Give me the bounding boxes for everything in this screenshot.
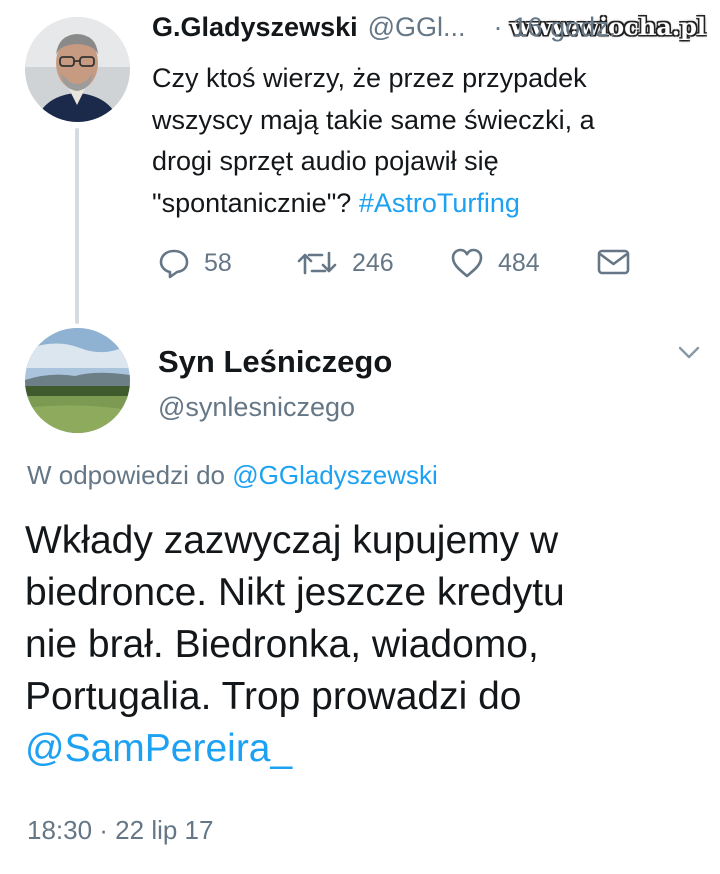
reply-icon xyxy=(159,249,189,279)
text-line: biedronce. Nikt jeszcze kredytu xyxy=(25,571,565,614)
more-options-button[interactable] xyxy=(678,346,700,365)
reply-author-name[interactable]: Syn Leśniczego xyxy=(158,344,392,380)
text-line: Wkłady zazwyczaj kupujemy w xyxy=(25,519,559,562)
retweet-count: 246 xyxy=(352,248,394,277)
text-line: Czy ktoś wierzy, że przez przypadek xyxy=(152,63,587,93)
thread-connector xyxy=(75,128,79,324)
author-handle[interactable]: @GGl... xyxy=(368,12,466,43)
in-reply-handle-link[interactable]: @GGladyszewski xyxy=(232,460,438,490)
parent-tweet-text: Czy ktoś wierzy, że przez przypadek wszy… xyxy=(152,58,692,224)
in-reply-prefix: W odpowiedzi do xyxy=(27,460,233,490)
retweet-icon xyxy=(297,251,337,275)
text-line: Portugalia. Trop prowadzi do xyxy=(25,675,522,718)
text-fragment: "spontanicznie"? xyxy=(152,187,359,218)
avatar-synlesniczego[interactable] xyxy=(25,328,130,433)
tweet-time[interactable]: 16 godz. xyxy=(513,12,617,43)
author-name[interactable]: G.Gladyszewski xyxy=(152,12,358,43)
chevron-down-icon xyxy=(678,346,700,359)
avatar-gladyszewski[interactable] xyxy=(25,17,130,122)
text-line: wszyscy mają takie same świeczki, a xyxy=(152,104,595,135)
text-line: drogi sprzęt audio pojawił się xyxy=(152,146,499,176)
mention-link[interactable]: @SamPereira_ xyxy=(25,723,705,775)
in-reply-to: W odpowiedzi do @GGladyszewski xyxy=(27,460,438,491)
reply-author-handle[interactable]: @synlesniczego xyxy=(158,392,355,423)
like-button[interactable]: 484 xyxy=(450,247,540,279)
reply-tweet-text: Wkłady zazwyczaj kupujemy w biedronce. N… xyxy=(25,515,705,775)
direct-message-button[interactable] xyxy=(597,248,630,281)
parent-tweet-header: G.Gladyszewski @GGl... · 16 godz. xyxy=(152,12,616,43)
header-separator: · xyxy=(493,12,503,42)
text-line: nie brał. Biedronka, wiadomo, xyxy=(25,623,539,666)
like-icon xyxy=(451,248,483,278)
tweet-timestamp[interactable]: 18:30 · 22 lip 17 xyxy=(27,815,213,846)
text-line: "spontanicznie"? #AstroTurfing xyxy=(152,183,692,225)
message-icon xyxy=(597,249,630,275)
retweet-button[interactable]: 246 xyxy=(296,247,394,279)
like-count: 484 xyxy=(498,248,540,277)
reply-count: 58 xyxy=(204,248,232,277)
reply-button[interactable]: 58 xyxy=(158,247,232,279)
hashtag-link[interactable]: #AstroTurfing xyxy=(359,188,520,218)
